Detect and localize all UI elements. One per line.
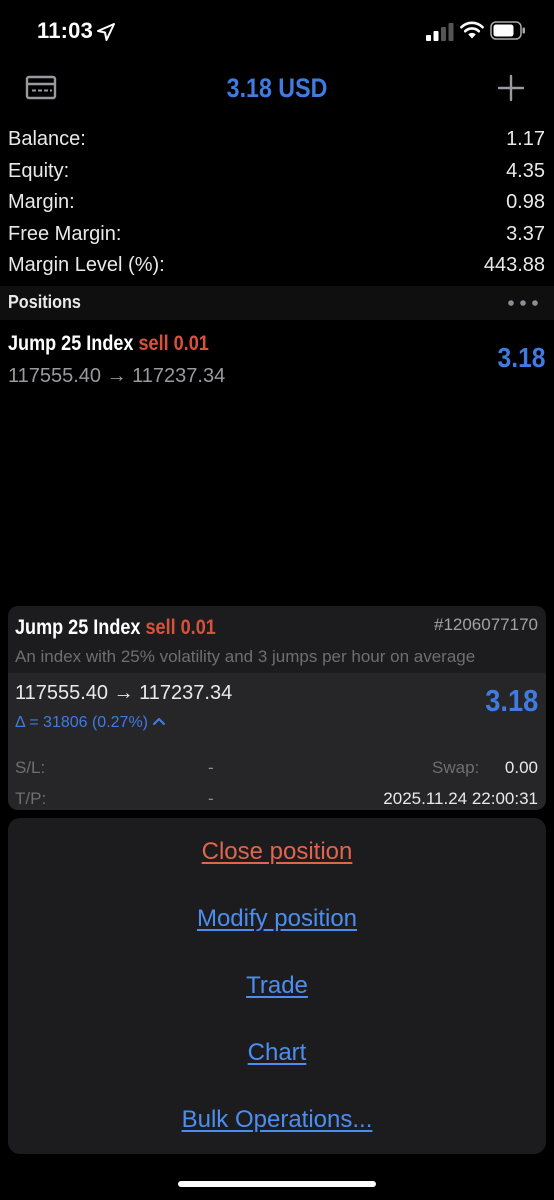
equity-value: 4.35 <box>506 159 545 182</box>
account-equity-title: 3.18 USD <box>226 73 328 103</box>
status-time: 11:03 <box>37 18 94 43</box>
tp-label: T/P: <box>15 789 47 808</box>
bulk-operations-button[interactable]: Bulk Operations... <box>8 1106 546 1134</box>
open-time: 2025.11.24 22:00:31 <box>383 789 538 808</box>
detail-title: Jump 25 Index sell 0.01 <box>15 616 216 640</box>
symbol-description: An index with 25% volatility and 3 jumps… <box>15 647 476 666</box>
trade-button[interactable]: Trade <box>8 972 546 1000</box>
equity-label: Equity: <box>8 159 70 182</box>
margin-row: Margin: 0.98 <box>0 187 554 219</box>
battery-icon <box>490 21 525 40</box>
detail-prices: 117555.40 → 117237.34 <box>15 682 233 704</box>
app-header: 3.18 USD <box>0 60 554 118</box>
detail-body: 117555.40 → 117237.34 3.18 Δ = 31806 (0.… <box>8 673 546 810</box>
free-margin-row: Free Margin: 3.37 <box>0 219 554 251</box>
positions-title: Positions <box>8 292 81 312</box>
account-summary: Balance: 1.17 Equity: 4.35 Margin: 0.98 … <box>0 124 554 282</box>
more-options-icon[interactable] <box>507 298 539 308</box>
position-symbol: Jump 25 Index <box>8 332 134 355</box>
margin-label: Margin: <box>8 191 75 214</box>
cellular-signal-icon <box>426 23 454 41</box>
free-margin-value: 3.37 <box>506 222 545 245</box>
price-delta-text: Δ = 31806 (0.27%) <box>15 714 148 731</box>
ticket-number: #1206077170 <box>433 615 538 634</box>
margin-value: 0.98 <box>506 191 545 214</box>
detail-profit: 3.18 <box>484 683 538 718</box>
tp-value: - <box>208 789 214 808</box>
plus-icon[interactable] <box>497 74 525 102</box>
sl-label: S/L: <box>15 758 46 777</box>
chart-button[interactable]: Chart <box>8 1039 546 1067</box>
detail-header: Jump 25 Index sell 0.01 #1206077170 An i… <box>8 606 546 673</box>
balance-label: Balance: <box>8 128 86 151</box>
action-sheet: Close position Modify position Trade Cha… <box>8 818 546 1154</box>
status-bar: 11:03 <box>0 0 554 60</box>
location-arrow-icon <box>97 23 115 41</box>
price-delta[interactable]: Δ = 31806 (0.27%) <box>15 714 166 732</box>
detail-symbol: Jump 25 Index <box>15 616 141 639</box>
margin-level-value: 443.88 <box>483 254 545 277</box>
equity-row: Equity: 4.35 <box>0 156 554 188</box>
free-margin-label: Free Margin: <box>8 222 122 245</box>
positions-section-header: Positions <box>0 286 554 320</box>
chevron-up-icon <box>152 717 166 726</box>
close-position-button[interactable]: Close position <box>8 838 546 866</box>
home-indicator[interactable] <box>178 1181 376 1187</box>
position-profit: 3.18 <box>497 342 545 373</box>
sl-value: - <box>208 758 214 777</box>
position-side: sell 0.01 <box>138 332 209 355</box>
position-prices: 117555.40 → 117237.34 <box>8 365 226 387</box>
detail-side: sell 0.01 <box>145 616 216 639</box>
balance-value: 1.17 <box>506 128 545 151</box>
swap-label: Swap: <box>432 758 480 777</box>
modify-position-button[interactable]: Modify position <box>8 905 546 933</box>
position-list-item[interactable]: Jump 25 Index sell 0.01 117555.40 → 1172… <box>0 328 554 394</box>
balance-row: Balance: 1.17 <box>0 124 554 156</box>
position-detail-card: Jump 25 Index sell 0.01 #1206077170 An i… <box>8 606 546 810</box>
swap-value: 0.00 <box>504 758 538 777</box>
margin-level-label: Margin Level (%): <box>8 254 165 277</box>
position-title: Jump 25 Index sell 0.01 <box>8 332 209 356</box>
margin-level-row: Margin Level (%): 443.88 <box>0 250 554 282</box>
wifi-icon <box>460 21 484 39</box>
